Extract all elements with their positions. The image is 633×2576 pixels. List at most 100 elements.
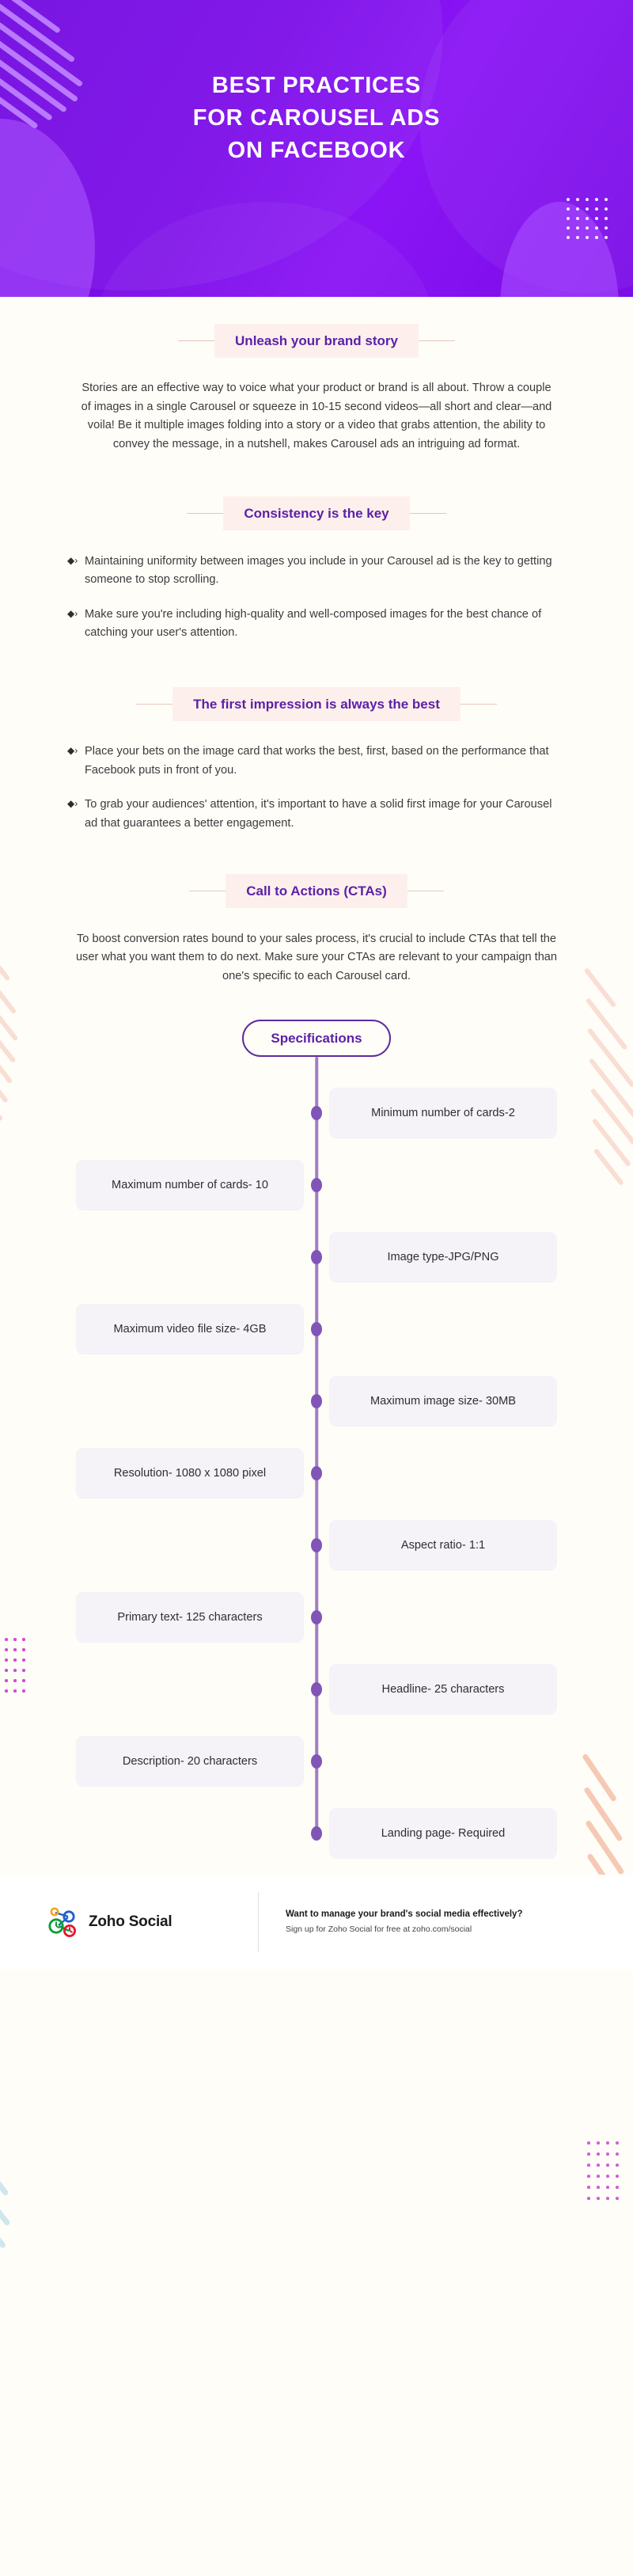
heading-rule-left (178, 340, 215, 341)
timeline-row: Minimum number of cards-2 (0, 1077, 633, 1149)
zoho-social-logo[interactable]: Zoho Social (44, 1905, 258, 1939)
page-title: BEST PRACTICES FOR CAROUSEL ADS ON FACEB… (0, 0, 633, 168)
section-heading-2-label: Consistency is the key (223, 496, 410, 531)
section-heading-3: The first impression is always the best (44, 686, 589, 722)
heading-rule-right (460, 703, 497, 705)
spec-card-label: Headline- 25 characters (381, 1683, 505, 1696)
section-2-bullets: ◆› Maintaining uniformity between images… (67, 553, 566, 644)
page-title-line-3: ON FACEBOOK (227, 138, 406, 164)
spec-card: Primary text- 125 characters (76, 1592, 304, 1643)
header-dot-grid (567, 198, 614, 245)
timeline-row: Landing page- Required (0, 1798, 633, 1870)
section-4-paragraph: To boost conversion rates bound to your … (75, 932, 558, 982)
timeline-node-dot (311, 1394, 322, 1409)
footer-headline: Want to manage your brand's social media… (286, 1909, 523, 1920)
footer-subline: Sign up for Zoho Social for free at zoho… (286, 1924, 472, 1935)
timeline-row: Headline- 25 characters (0, 1654, 633, 1726)
timeline-row: Image type-JPG/PNG (0, 1222, 633, 1294)
timeline-row: Primary text- 125 characters (0, 1582, 633, 1654)
section-heading-1-label: Unleash your brand story (214, 323, 419, 358)
section-heading-3-label: The first impression is always the best (172, 686, 461, 721)
infographic-page: BEST PRACTICES FOR CAROUSEL ADS ON FACEB… (0, 0, 633, 2576)
body-wrapper: Unleash your brand story Stories are an … (0, 297, 633, 2576)
spec-card: Description- 20 characters (76, 1736, 304, 1788)
spec-card-label: Resolution- 1080 x 1080 pixel (113, 1467, 267, 1480)
magenta-dot-grid-right (587, 2141, 625, 2208)
timeline-node-dot (311, 1538, 322, 1553)
zoho-social-wordmark: Zoho Social (89, 1913, 172, 1930)
timeline-node-dot (311, 1826, 322, 1841)
spec-card-label: Description- 20 characters (122, 1755, 258, 1769)
section-1-paragraph: Stories are an effective way to voice wh… (81, 382, 552, 450)
list-item-text: Make sure you're including high-quality … (85, 607, 542, 640)
zoho-logo-icon (48, 1907, 76, 1937)
timeline-row: Maximum number of cards- 10 (0, 1149, 633, 1222)
spec-card: Maximum number of cards- 10 (76, 1160, 304, 1211)
list-item-text: Maintaining uniformity between images yo… (85, 554, 552, 587)
footer-divider (258, 1891, 259, 1952)
heading-rule-left (187, 513, 224, 515)
list-item: ◆› Make sure you're including high-quali… (67, 606, 566, 643)
timeline-row: Description- 20 characters (0, 1726, 633, 1798)
spec-card-label: Image type-JPG/PNG (387, 1251, 499, 1264)
spec-card-label: Primary text- 125 characters (117, 1611, 263, 1624)
list-item-text: To grab your audiences' attention, it's … (85, 798, 552, 830)
specifications-title-wrap: Specifications (0, 1019, 633, 1057)
timeline-node-dot (311, 1106, 322, 1121)
spec-card-label: Landing page- Required (381, 1827, 506, 1841)
specifications-title: Specifications (242, 1019, 391, 1057)
spec-card: Aspect ratio- 1:1 (329, 1520, 557, 1571)
spec-card: Landing page- Required (329, 1808, 557, 1860)
timeline-node-dot (311, 1178, 322, 1193)
heading-rule-right (418, 340, 455, 341)
timeline-row: Resolution- 1080 x 1080 pixel (0, 1438, 633, 1510)
spec-card-label: Aspect ratio- 1:1 (400, 1539, 486, 1552)
spec-card: Image type-JPG/PNG (329, 1232, 557, 1283)
section-heading-2: Consistency is the key (44, 496, 589, 532)
section-consistency-is-the-key: Consistency is the key ◆› Maintaining un… (0, 454, 633, 644)
specifications-section: Specifications Minimum number of cards-2… (0, 1019, 633, 1870)
section-heading-1: Unleash your brand story (44, 322, 589, 359)
timeline-row: Maximum video file size- 4GB (0, 1294, 633, 1366)
timeline-node-dot (311, 1754, 322, 1769)
spec-card: Resolution- 1080 x 1080 pixel (76, 1448, 304, 1499)
timeline-node-dot (311, 1682, 322, 1697)
section-3-bullets: ◆› Place your bets on the image card tha… (67, 743, 566, 834)
blue-stripes-left (0, 2108, 46, 2274)
page-title-line-2: FOR CAROUSEL ADS (192, 105, 441, 131)
section-unleash-your-brand-story: Unleash your brand story Stories are an … (0, 297, 633, 454)
list-item: ◆› Place your bets on the image card tha… (67, 743, 566, 780)
content-column: Unleash your brand story Stories are an … (0, 297, 633, 1970)
diamond-bullet-icon: ◆› (67, 554, 78, 566)
specifications-timeline: Minimum number of cards-2 Maximum number … (0, 1056, 633, 1870)
timeline-row: Aspect ratio- 1:1 (0, 1510, 633, 1582)
timeline-node-dot (311, 1466, 322, 1481)
section-heading-4-label: Call to Actions (CTAs) (226, 874, 407, 909)
section-heading-4: Call to Actions (CTAs) (44, 873, 589, 910)
spec-card-label: Maximum image size- 30MB (370, 1395, 517, 1408)
page-title-line-1: BEST PRACTICES (211, 73, 422, 98)
spec-card: Minimum number of cards-2 (329, 1088, 557, 1139)
spec-card-label: Maximum video file size- 4GB (113, 1323, 267, 1336)
footer: Zoho Social Want to manage your brand's … (0, 1874, 633, 1970)
timeline-node-dot (311, 1322, 322, 1337)
heading-rule-right (409, 513, 446, 515)
timeline-node-dot (311, 1250, 322, 1265)
diamond-bullet-icon: ◆› (67, 745, 78, 757)
spec-card-label: Minimum number of cards-2 (371, 1107, 515, 1120)
list-item: ◆› To grab your audiences' attention, it… (67, 796, 566, 833)
section-first-impression: The first impression is always the best … (0, 659, 633, 834)
diamond-bullet-icon: ◆› (67, 798, 78, 810)
timeline-node-dot (311, 1610, 322, 1625)
footer-text: Want to manage your brand's social media… (286, 1909, 522, 1934)
spec-card-label: Maximum number of cards- 10 (112, 1179, 268, 1192)
spec-card: Maximum image size- 30MB (329, 1376, 557, 1427)
hero-header: BEST PRACTICES FOR CAROUSEL ADS ON FACEB… (0, 0, 633, 297)
heading-rule-left (136, 703, 173, 705)
diamond-bullet-icon: ◆› (67, 607, 78, 619)
list-item: ◆› Maintaining uniformity between images… (67, 553, 566, 590)
spec-card: Maximum video file size- 4GB (76, 1304, 304, 1355)
section-call-to-actions: Call to Actions (CTAs) To boost conversi… (0, 849, 633, 986)
timeline-row: Maximum image size- 30MB (0, 1366, 633, 1438)
list-item-text: Place your bets on the image card that w… (85, 745, 549, 777)
